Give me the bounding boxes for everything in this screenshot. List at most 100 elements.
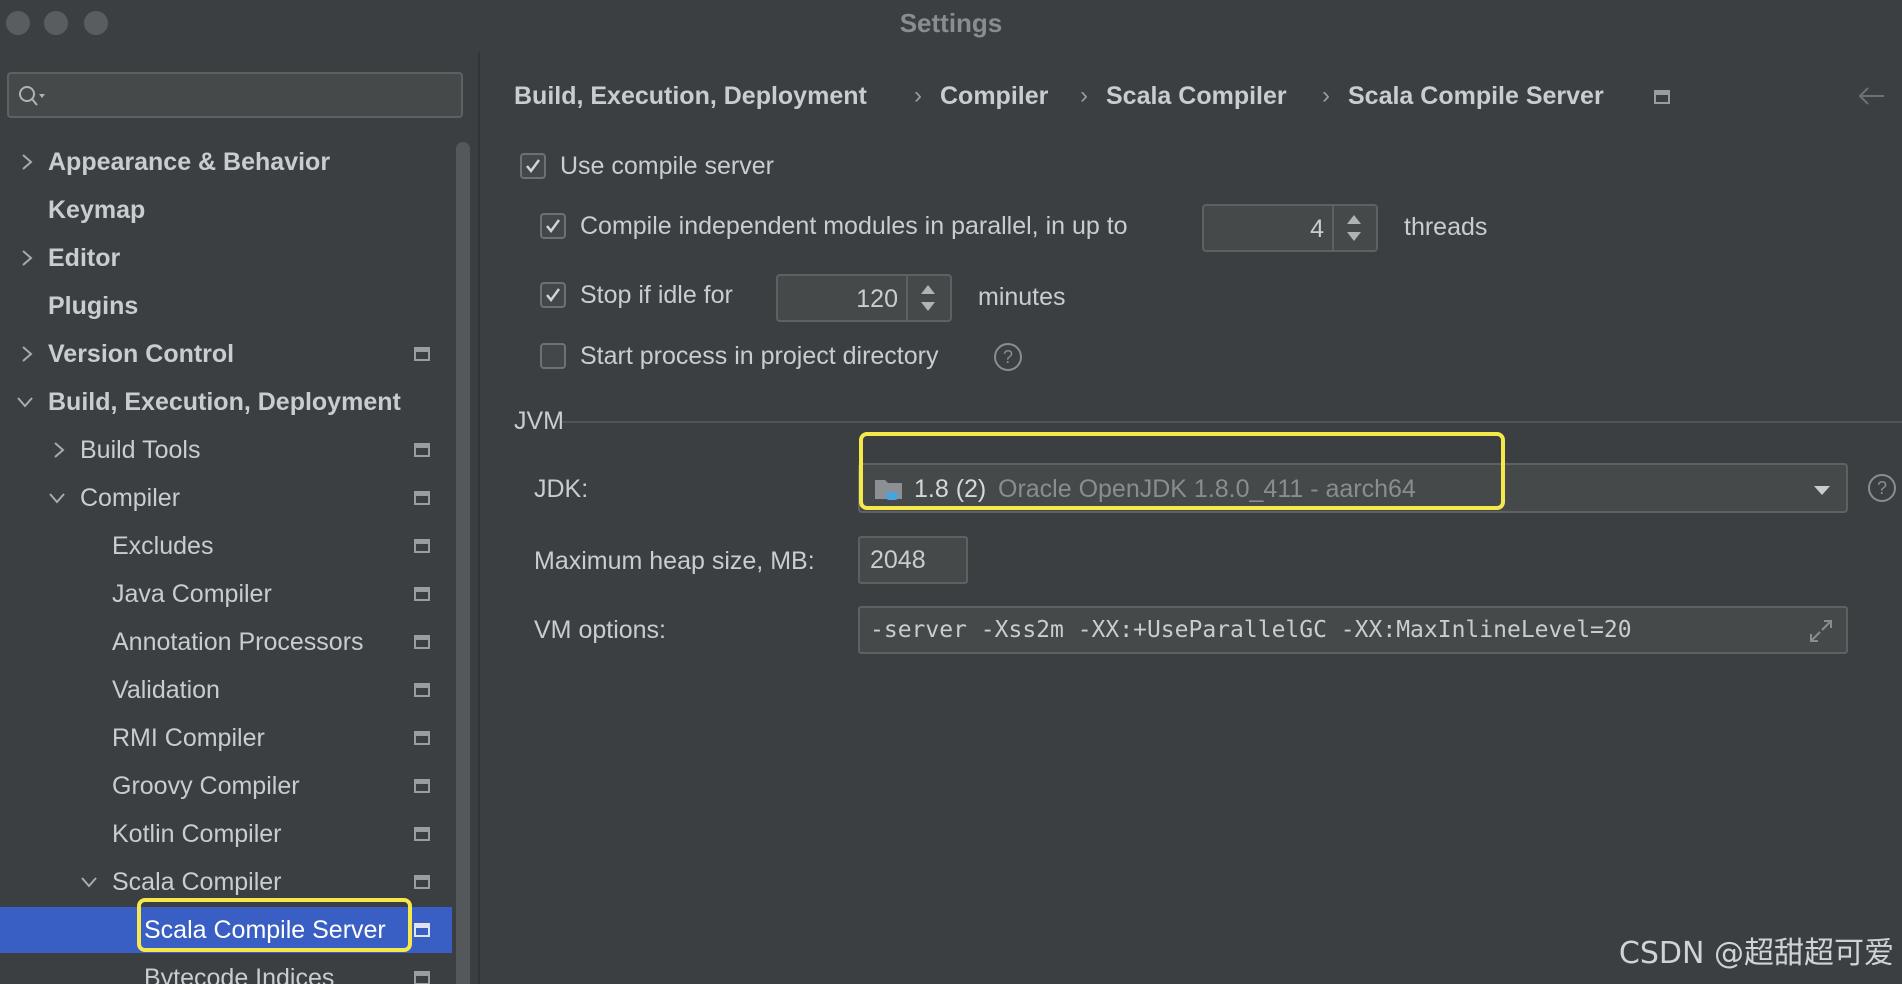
project-level-icon	[414, 923, 430, 937]
sidebar-item-version-control[interactable]: Version Control	[0, 331, 452, 377]
chevron-down-icon[interactable]	[48, 489, 66, 507]
sidebar-item-excludes[interactable]: Excludes	[0, 523, 452, 569]
project-level-icon	[414, 587, 430, 601]
minutes-unit-label: minutes	[978, 283, 1066, 311]
parallel-compile-label: Compile independent modules in parallel,…	[580, 212, 1128, 240]
threads-stepper[interactable]: 4	[1202, 204, 1378, 252]
sidebar-item-java-compiler[interactable]: Java Compiler	[0, 571, 452, 617]
search-icon	[19, 86, 45, 106]
breadcrumb-item[interactable]: Scala Compiler	[1106, 82, 1287, 111]
chevron-right-icon[interactable]	[18, 153, 36, 171]
parallel-compile-checkbox[interactable]	[540, 213, 566, 239]
sidebar-scrollbar[interactable]	[456, 142, 470, 984]
jdk-label: JDK:	[534, 475, 589, 503]
title-bar: Settings	[0, 0, 1902, 44]
breadcrumb-separator: ›	[1080, 82, 1088, 109]
chevron-down-icon	[1814, 486, 1830, 495]
sidebar-item-label: Version Control	[48, 340, 235, 368]
project-level-icon	[1654, 90, 1670, 104]
sidebar-item-label: Annotation Processors	[112, 628, 364, 656]
sidebar-item-label: Build Tools	[80, 436, 201, 464]
checkmark-icon	[546, 219, 561, 234]
stop-if-idle-checkbox[interactable]	[540, 282, 566, 308]
sidebar-item-plugins[interactable]: Plugins	[0, 283, 452, 329]
project-level-icon	[414, 539, 430, 553]
sidebar-item-label: Kotlin Compiler	[112, 820, 282, 848]
vm-options-label: VM options:	[534, 616, 667, 644]
sidebar-item-editor[interactable]: Editor	[0, 235, 452, 281]
project-level-icon	[414, 971, 430, 984]
checkmark-icon	[546, 288, 561, 303]
highlight-annotation	[137, 898, 412, 952]
chevron-right-icon[interactable]	[18, 345, 36, 363]
sidebar-item-keymap[interactable]: Keymap	[0, 187, 452, 233]
checkmark-icon	[526, 159, 541, 174]
sidebar-item-annotation-processors[interactable]: Annotation Processors	[0, 619, 452, 665]
project-level-icon	[414, 491, 430, 505]
chevron-down-icon[interactable]	[80, 873, 98, 891]
project-level-icon	[414, 875, 430, 889]
sidebar-item-validation[interactable]: Validation	[0, 667, 452, 713]
help-icon[interactable]: ?	[1868, 474, 1896, 502]
start-in-project-dir-checkbox[interactable]	[540, 343, 566, 369]
vm-options-value: -server -Xss2m -XX:+UseParallelGC -XX:Ma…	[870, 617, 1632, 643]
settings-sidebar: Appearance & Behavior Keymap Editor Plug…	[0, 52, 480, 984]
sidebar-item-build-tools[interactable]: Build Tools	[0, 427, 452, 473]
breadcrumb-item[interactable]: Compiler	[940, 82, 1048, 111]
use-compile-server-checkbox[interactable]	[520, 153, 546, 179]
sidebar-item-appearance[interactable]: Appearance & Behavior	[0, 139, 452, 185]
sidebar-item-label: RMI Compiler	[112, 724, 265, 752]
project-level-icon	[414, 683, 430, 697]
search-input[interactable]	[7, 72, 463, 118]
sidebar-item-label: Groovy Compiler	[112, 772, 300, 800]
sidebar-item-label: Plugins	[48, 292, 139, 320]
project-level-icon	[414, 827, 430, 841]
breadcrumb-separator: ›	[914, 82, 922, 109]
stepper-arrows-icon	[1347, 215, 1361, 241]
chevron-right-icon[interactable]	[50, 441, 68, 459]
breadcrumb-separator: ›	[1322, 82, 1330, 109]
threads-value: 4	[1310, 215, 1324, 243]
sidebar-item-label: Java Compiler	[112, 580, 272, 608]
sidebar-item-label: Validation	[112, 676, 220, 704]
sidebar-item-compiler[interactable]: Compiler	[0, 475, 452, 521]
sidebar-item-label: Bytecode Indices	[144, 964, 335, 984]
project-level-icon	[414, 347, 430, 361]
sidebar-item-bytecode-indices[interactable]: Bytecode Indices	[0, 955, 452, 984]
back-arrow-icon[interactable]	[1856, 84, 1888, 108]
heap-size-label: Maximum heap size, MB:	[534, 547, 815, 575]
sidebar-item-kotlin-compiler[interactable]: Kotlin Compiler	[0, 811, 452, 857]
use-compile-server-label: Use compile server	[560, 152, 774, 180]
project-level-icon	[414, 635, 430, 649]
project-level-icon	[414, 443, 430, 457]
settings-content: Build, Execution, Deployment › Compiler …	[482, 44, 1902, 984]
sidebar-item-label: Build, Execution, Deployment	[48, 388, 401, 416]
help-icon[interactable]: ?	[994, 343, 1022, 371]
chevron-right-icon[interactable]	[18, 249, 36, 267]
sidebar-item-rmi-compiler[interactable]: RMI Compiler	[0, 715, 452, 761]
section-divider	[562, 421, 1902, 423]
window-title: Settings	[899, 8, 1003, 38]
jvm-section-title: JVM	[514, 407, 564, 435]
sidebar-item-label: Compiler	[80, 484, 181, 512]
sidebar-item-groovy-compiler[interactable]: Groovy Compiler	[0, 763, 452, 809]
project-level-icon	[414, 731, 430, 745]
sidebar-item-label: Keymap	[48, 196, 146, 224]
chevron-down-icon[interactable]	[16, 393, 34, 411]
watermark: CSDN @超甜超可爱	[1618, 936, 1894, 971]
heap-size-input[interactable]: 2048	[858, 536, 968, 584]
sidebar-item-label: Excludes	[112, 532, 214, 560]
sidebar-item-label: Editor	[48, 244, 121, 272]
stepper-buttons[interactable]	[1332, 206, 1376, 250]
stepper-arrows-icon	[921, 285, 935, 311]
sidebar-item-build-execution-deployment[interactable]: Build, Execution, Deployment	[0, 379, 452, 425]
threads-unit-label: threads	[1404, 213, 1488, 241]
expand-icon[interactable]	[1808, 618, 1834, 644]
project-level-icon	[414, 779, 430, 793]
stepper-buttons[interactable]	[906, 276, 950, 320]
vm-options-input[interactable]: -server -Xss2m -XX:+UseParallelGC -XX:Ma…	[858, 606, 1848, 654]
idle-minutes-stepper[interactable]: 120	[776, 274, 952, 322]
highlight-annotation	[859, 432, 1505, 510]
breadcrumb-item: Scala Compile Server	[1348, 82, 1604, 110]
breadcrumb-item[interactable]: Build, Execution, Deployment	[514, 82, 867, 111]
